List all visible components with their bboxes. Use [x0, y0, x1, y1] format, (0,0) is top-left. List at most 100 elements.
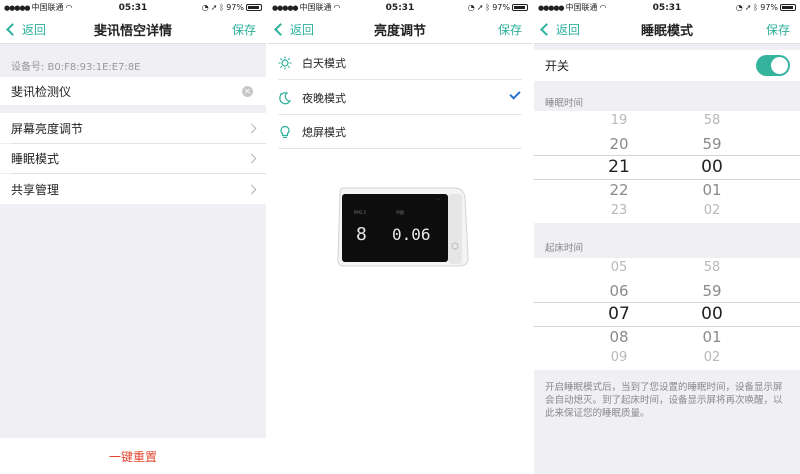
- hour-option[interactable]: 23: [589, 203, 649, 218]
- save-button[interactable]: 保存: [766, 21, 790, 38]
- sleep-mode-toggle[interactable]: [756, 55, 790, 76]
- switch-label: 开关: [545, 59, 570, 73]
- mode-label: 夜晚模式: [302, 91, 346, 105]
- menu-item-sleep-mode[interactable]: 睡眠模式: [0, 144, 266, 173]
- nav-bar: 返回 斐讯悟空详情 保存: [0, 15, 266, 44]
- back-button[interactable]: 返回: [274, 21, 315, 38]
- menu-item-label: 共享管理: [11, 182, 60, 197]
- hour-wheel[interactable]: 19 20 21 22 23: [589, 111, 649, 223]
- sleep-time-label: 睡眠时间: [545, 98, 584, 109]
- mode-option-night[interactable]: 夜晚模式: [278, 81, 522, 115]
- device-detail-screen: ●●●●● 中国联通 ◠ 05:31 ◔ ➚ ᛒ 97% 返回 斐讯悟空详情 保…: [0, 0, 266, 474]
- hour-option[interactable]: 08: [589, 328, 649, 346]
- hour-option[interactable]: 20: [589, 135, 649, 153]
- chevron-left-icon: [6, 22, 19, 36]
- bluetooth-icon: ᛒ: [485, 3, 491, 12]
- signal-icon: ●●●●●: [538, 3, 565, 12]
- chevron-right-icon: [246, 153, 257, 164]
- reset-button[interactable]: 一键重置: [0, 438, 266, 474]
- back-label: 返回: [22, 22, 47, 37]
- back-label: 返回: [556, 22, 581, 37]
- signal-icon: ●●●●●: [272, 3, 299, 12]
- bluetooth-icon: ᛒ: [753, 3, 759, 12]
- battery-icon: [512, 4, 528, 11]
- save-button[interactable]: 保存: [232, 21, 256, 38]
- selection-line: [534, 155, 800, 156]
- battery-percent: 97%: [760, 3, 778, 12]
- location-icon: ➚: [476, 3, 484, 12]
- chevron-left-icon: [274, 22, 287, 36]
- hour-wheel[interactable]: 05 06 07 08 09: [589, 258, 649, 370]
- bluetooth-icon: ᛒ: [219, 3, 225, 12]
- location-icon: ➚: [210, 3, 218, 12]
- alarm-icon: ◔: [201, 3, 209, 12]
- mode-label: 白天模式: [302, 56, 346, 70]
- sun-icon: [278, 56, 292, 69]
- wifi-icon: ◠: [65, 3, 73, 12]
- alarm-icon: ◔: [735, 3, 743, 12]
- save-button[interactable]: 保存: [498, 21, 522, 38]
- back-button[interactable]: 返回: [6, 21, 47, 38]
- air-monitor-device-image: PM2.5 甲醛 8 0.06 ◠: [337, 187, 469, 267]
- menu-item-sharing[interactable]: 共享管理: [0, 174, 266, 204]
- alarm-icon: ◔: [467, 3, 475, 12]
- minute-option[interactable]: 01: [682, 181, 742, 199]
- carrier-label: 中国联通: [31, 3, 64, 12]
- wake-time-label: 起床时间: [545, 243, 584, 254]
- minute-option[interactable]: 59: [682, 135, 742, 153]
- carrier-label: 中国联通: [299, 3, 332, 12]
- clear-icon[interactable]: ✕: [242, 85, 253, 97]
- minute-option[interactable]: 01: [682, 328, 742, 346]
- back-label: 返回: [290, 22, 315, 37]
- hour-selected-value[interactable]: 21: [589, 157, 649, 177]
- back-button[interactable]: 返回: [540, 21, 581, 38]
- minute-wheel[interactable]: 58 59 00 01 02: [682, 258, 742, 370]
- wake-time-picker[interactable]: 05 06 07 08 09 58 59 00 01 02: [534, 258, 800, 370]
- device-name-field[interactable]: 斐讯检测仪 ✕: [0, 77, 266, 105]
- chevron-right-icon: [246, 184, 257, 194]
- wifi-icon: ◠: [333, 3, 341, 12]
- moon-icon: [279, 91, 292, 104]
- sleep-mode-screen: ●●●●● 中国联通 ◠ 05:31 ◔ ➚ ᛒ 97% 返回 睡眠模式 保存 …: [534, 0, 800, 474]
- device-id: 设备号: B0:F8:93:1E:E7:8E: [11, 62, 141, 73]
- minute-option[interactable]: 02: [682, 203, 742, 218]
- device-name-value: 斐讯检测仪: [11, 84, 72, 99]
- selection-line: [534, 302, 800, 303]
- menu-item-label: 睡眠模式: [11, 152, 60, 166]
- selection-line: [534, 179, 800, 180]
- battery-percent: 97%: [492, 3, 510, 12]
- device-left-caption: PM2.5: [354, 210, 367, 215]
- minute-selected-value[interactable]: 00: [682, 157, 742, 177]
- hour-selected-value[interactable]: 07: [589, 304, 649, 324]
- status-bar: ●●●●● 中国联通 ◠ 05:31 ◔ ➚ ᛒ 97%: [534, 0, 800, 15]
- device-right-reading: 0.06: [392, 225, 431, 244]
- hour-option[interactable]: 22: [589, 181, 649, 199]
- hour-option[interactable]: 05: [589, 260, 649, 275]
- mode-option-screen-off[interactable]: 熄屏模式: [278, 115, 522, 149]
- device-wifi-icon: ◠: [436, 198, 440, 204]
- minute-option[interactable]: 59: [682, 282, 742, 300]
- minute-option[interactable]: 02: [682, 350, 742, 365]
- mode-label: 熄屏模式: [302, 125, 346, 139]
- checkmark-icon: [509, 88, 521, 100]
- battery-icon: [780, 4, 796, 11]
- status-bar: ●●●●● 中国联通 ◠ 05:31 ◔ ➚ ᛒ 97%: [0, 0, 266, 15]
- chevron-right-icon: [246, 123, 257, 133]
- carrier-label: 中国联通: [565, 3, 598, 12]
- hour-option[interactable]: 09: [589, 350, 649, 365]
- minute-selected-value[interactable]: 00: [682, 304, 742, 324]
- chevron-left-icon: [540, 22, 553, 36]
- menu-item-brightness[interactable]: 屏幕亮度调节: [0, 113, 266, 143]
- minute-option[interactable]: 58: [682, 260, 742, 275]
- nav-bar: 返回 睡眠模式 保存: [534, 15, 800, 44]
- bulb-icon: [280, 125, 290, 138]
- sleep-time-picker[interactable]: 19 20 21 22 23 58 59 00 01 02: [534, 111, 800, 223]
- minute-option[interactable]: 58: [682, 113, 742, 128]
- hour-option[interactable]: 06: [589, 282, 649, 300]
- minute-wheel[interactable]: 58 59 00 01 02: [682, 111, 742, 223]
- brightness-screen: ●●●●● 中国联通 ◠ 05:31 ◔ ➚ ᛒ 97% 返回 亮度调节 保存 …: [268, 0, 532, 474]
- hour-option[interactable]: 19: [589, 113, 649, 128]
- mode-option-day[interactable]: 白天模式: [278, 46, 522, 80]
- location-icon: ➚: [744, 3, 752, 12]
- battery-icon: [246, 4, 262, 11]
